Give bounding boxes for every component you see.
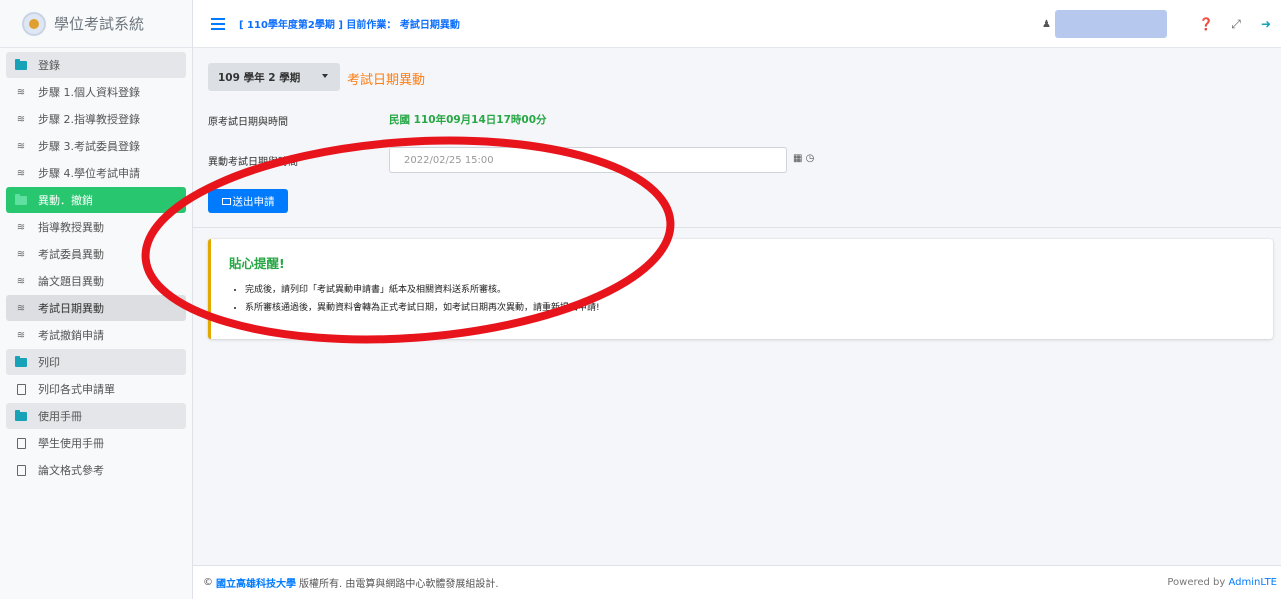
save-icon [221,197,231,205]
list-item: 系所審核通過後，異動資料會轉為正式考試日期，如考試日期再次異動，請重新提出申請! [245,300,600,313]
sidebar-item-label: 列印 [38,356,60,369]
top-navbar: [ 110學年度第2學期 ] 目前作業： 考試日期異動 ♟ ❓ ⤢ ➜ [193,0,1281,48]
term-select-value: 109 學年 2 學期 [218,71,301,84]
sidebar-item-advisor-change[interactable]: ≋ 指導教授異動 [6,214,186,240]
sidebar-item-label: 論文格式參考 [38,464,104,477]
footer-text: 版權所有. 由電算與網路中心軟體發展組設計. [299,579,499,590]
sidebar-item-committee-change[interactable]: ≋ 考試委員異動 [6,241,186,267]
fullscreen-icon[interactable]: ⤢ [1221,17,1251,32]
topbar-actions: ♟ ❓ ⤢ ➜ [1042,0,1281,48]
sidebar-item-label: 使用手冊 [38,410,82,423]
sidebar-item-label: 步驟 3.考試委員登錄 [38,140,140,153]
sidebar-item-label: 登錄 [38,59,60,72]
folder-icon [14,58,28,72]
sidebar-item-step1[interactable]: ≋ 步驟 1.個人資料登錄 [6,79,186,105]
original-date-value: 民國 110年09月14日17時00分 [389,114,547,126]
sidebar-item-label: 步驟 4.學位考試申請 [38,167,140,180]
new-date-input[interactable]: 2022/02/25 15:00 [389,147,787,173]
chevron-down-icon [322,74,328,78]
page-title: 考試日期異動 [347,73,426,88]
sidebar-item-thesis-title-change[interactable]: ≋ 論文題目異動 [6,268,186,294]
stack-icon: ≋ [16,329,26,341]
adminlte-link[interactable]: AdminLTE [1229,577,1278,588]
sidebar-item-register[interactable]: 登錄 [6,52,186,78]
callout-title: 貼心提醒! [229,256,285,271]
sidebar-item-label: 考試日期異動 [38,302,104,315]
university-link[interactable]: 國立高雄科技大學 [216,575,296,590]
stack-icon: ≋ [16,167,26,179]
sidebar-item-label: 列印各式申請單 [38,383,115,396]
pdf-icon [14,463,28,477]
sidebar-item-print[interactable]: 列印 [6,349,186,375]
sidebar-item-label: 考試委員異動 [38,248,104,261]
folder-icon [14,409,28,423]
sidebar-item-label: 步驟 1.個人資料登錄 [38,86,140,99]
sidebar-item-label: 考試撤銷申請 [38,329,104,342]
stack-icon: ≋ [16,221,26,233]
list-item: 完成後，請列印「考試異動申請書」紙本及相關資料送系所審核。 [245,282,600,295]
original-date-label: 原考試日期與時間 [208,117,288,128]
footer: © 國立高雄科技大學 版權所有. 由電算與網路中心軟體發展組設計. Powere… [193,565,1281,599]
sidebar-item-thesis-format[interactable]: 論文格式參考 [6,457,186,483]
powered-by-prefix: Powered by [1167,577,1229,588]
brand-logo-icon [22,11,46,36]
stack-icon: ≋ [16,113,26,125]
sidebar-nav: 登錄 ≋ 步驟 1.個人資料登錄 ≋ 步驟 2.指導教授登錄 ≋ 步驟 3.考試… [0,48,192,483]
divider [193,227,1281,228]
reminder-list: 完成後，請列印「考試異動申請書」紙本及相關資料送系所審核。 系所審核通過後，異動… [245,282,600,318]
stack-icon: ≋ [16,86,26,98]
sidebar-item-student-manual[interactable]: 學生使用手冊 [6,430,186,456]
main-content: 109 學年 2 學期 考試日期異動 原考試日期與時間 民國 110年09月14… [193,49,1281,559]
sidebar-item-label: 論文題目異動 [38,275,104,288]
menu-toggle-icon[interactable] [211,17,225,30]
folder-icon [14,355,28,369]
sidebar-item-label: 異動．撤銷 [38,194,93,207]
stack-icon: ≋ [16,140,26,152]
pdf-icon [14,436,28,450]
sidebar-item-change-cancel[interactable]: 異動．撤銷 [6,187,186,213]
folder-icon [14,193,28,207]
sidebar-item-exam-cancel[interactable]: ≋ 考試撤銷申請 [6,322,186,348]
sidebar-item-manual[interactable]: 使用手冊 [6,403,186,429]
user-icon: ♟ [1042,18,1051,30]
stack-icon: ≋ [16,248,26,260]
reminder-callout: 貼心提醒! 完成後，請列印「考試異動申請書」紙本及相關資料送系所審核。 系所審核… [208,239,1273,339]
page-breadcrumb: [ 110學年度第2學期 ] 目前作業： 考試日期異動 [239,20,460,31]
submit-button[interactable]: 送出申請 [208,189,288,213]
stack-icon: ≋ [16,275,26,287]
sidebar-item-step4[interactable]: ≋ 步驟 4.學位考試申請 [6,160,186,186]
sidebar-item-step3[interactable]: ≋ 步驟 3.考試委員登錄 [6,133,186,159]
logout-icon[interactable]: ➜ [1251,17,1281,31]
pdf-icon [14,382,28,396]
copyright-icon: © [203,577,213,588]
brand-name: 學位考試系統 [54,15,145,33]
powered-by: Powered by AdminLTE [1167,577,1277,588]
sidebar-item-step2[interactable]: ≋ 步驟 2.指導教授登錄 [6,106,186,132]
new-date-label: 異動考試日期與時間 [208,157,298,168]
sidebar-item-label: 指導教授異動 [38,221,104,234]
sidebar: 學位考試系統 登錄 ≋ 步驟 1.個人資料登錄 ≋ 步驟 2.指導教授登錄 ≋ … [0,0,193,599]
term-select[interactable]: 109 學年 2 學期 [208,63,340,91]
help-icon[interactable]: ❓ [1191,17,1221,31]
calendar-clock-icon[interactable]: ▦ ◷ [793,153,814,164]
sidebar-item-print-forms[interactable]: 列印各式申請單 [6,376,186,402]
submit-button-label: 送出申請 [232,195,275,208]
sidebar-item-label: 學生使用手冊 [38,437,104,450]
sidebar-item-exam-date-change[interactable]: ≋ 考試日期異動 [6,295,186,321]
sidebar-item-label: 步驟 2.指導教授登錄 [38,113,140,126]
user-name-box[interactable] [1055,10,1167,38]
brand[interactable]: 學位考試系統 [0,0,192,48]
stack-icon: ≋ [16,302,26,314]
